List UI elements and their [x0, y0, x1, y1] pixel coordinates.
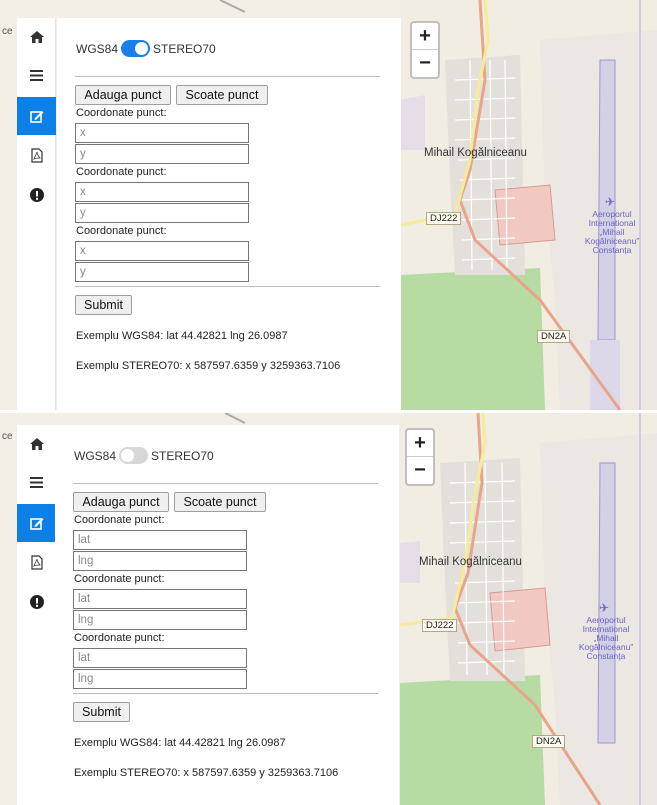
sidebar-item-home[interactable]	[17, 425, 56, 463]
point-1-lng-input[interactable]	[73, 551, 247, 571]
example-wgs84: Exemplu WGS84: lat 44.42821 lng 26.0987	[76, 330, 288, 342]
point-3-y-input[interactable]	[75, 262, 249, 282]
sidebar-item-info[interactable]	[17, 176, 56, 214]
example-stereo70: Exemplu STEREO70: x 587597.6359 y 325936…	[76, 360, 341, 372]
info-icon	[29, 595, 44, 609]
submit-button[interactable]: Submit	[75, 295, 132, 315]
sidebar	[17, 425, 56, 805]
projection-toggle[interactable]	[121, 40, 151, 57]
home-icon	[29, 31, 44, 43]
zoom-control: + −	[405, 428, 435, 486]
projection-label-wgs84: WGS84	[76, 41, 119, 56]
point-label: Coordonate punct:	[76, 166, 167, 178]
zoom-in-button[interactable]: +	[412, 23, 438, 49]
zoom-out-button[interactable]: −	[407, 457, 433, 483]
point-label: Coordonate punct:	[76, 107, 167, 119]
point-3-x-input[interactable]	[75, 241, 249, 261]
sidebar-item-edit[interactable]	[17, 504, 56, 542]
map-edge-text: ce	[2, 26, 13, 37]
divider	[75, 76, 380, 77]
point-label: Coordonate punct:	[74, 632, 165, 644]
sidebar-item-pdf[interactable]	[17, 543, 56, 581]
zoom-control: + −	[410, 21, 440, 79]
divider	[73, 483, 378, 484]
road-shield-dj222: DJ222	[426, 212, 462, 225]
add-point-button[interactable]: Adauga punct	[73, 492, 169, 512]
town-label: Mihail Kogălniceanu	[424, 147, 527, 159]
pdf-icon	[30, 554, 43, 570]
divider	[75, 286, 380, 287]
point-3-lat-input[interactable]	[73, 648, 247, 668]
projection-switch: WGS84 STEREO70	[76, 40, 216, 57]
road-shield-dn2a: DN2A	[537, 330, 571, 343]
toggle-knob	[135, 42, 149, 55]
point-label: Coordonate punct:	[74, 573, 165, 585]
menu-icon	[30, 476, 43, 488]
point-2-x-input[interactable]	[75, 182, 249, 202]
point-2-y-input[interactable]	[75, 203, 249, 223]
point-1-lat-input[interactable]	[73, 530, 247, 550]
example-wgs84: Exemplu WGS84: lat 44.42821 lng 26.0987	[74, 737, 286, 749]
zoom-out-button[interactable]: −	[412, 50, 438, 76]
toggle-knob	[121, 449, 135, 462]
point-3-lng-input[interactable]	[73, 669, 247, 689]
point-1-x-input[interactable]	[75, 123, 249, 143]
sidebar-item-pdf[interactable]	[17, 136, 56, 174]
sidebar	[17, 18, 56, 410]
road-shield-dn2a: DN2A	[532, 735, 566, 748]
projection-toggle[interactable]	[119, 447, 149, 464]
projection-label-stereo70: STEREO70	[151, 448, 214, 463]
airport-label: Aeroportul International „Mihail Kogălni…	[584, 209, 640, 255]
coordinates-panel: WGS84 STEREO70 Adauga punct Scoate punct…	[55, 425, 399, 805]
divider	[73, 693, 378, 694]
airport-label: Aeroportul International „Mihail Kogălni…	[578, 615, 634, 661]
home-icon	[29, 438, 44, 450]
add-point-button[interactable]: Adauga punct	[75, 85, 171, 105]
road-shield-dj222: DJ222	[422, 619, 458, 632]
point-2-lng-input[interactable]	[73, 610, 247, 630]
projection-label-stereo70: STEREO70	[153, 41, 216, 56]
remove-point-button[interactable]: Scoate punct	[174, 492, 266, 512]
point-label: Coordonate punct:	[74, 514, 165, 526]
sidebar-item-home[interactable]	[17, 18, 56, 56]
sidebar-item-info[interactable]	[17, 583, 56, 621]
sidebar-item-menu[interactable]	[17, 463, 56, 501]
airport-icon: ✈	[599, 601, 610, 615]
edit-icon	[29, 518, 43, 530]
screenshot-top: ce Mihail Kogălniceanu DJ222 DN2A ✈ Aero…	[0, 0, 657, 410]
map-edge-text: ce	[2, 431, 13, 442]
edit-icon	[29, 111, 43, 123]
airport-icon: ✈	[605, 195, 616, 209]
pdf-icon	[30, 147, 43, 163]
submit-button[interactable]: Submit	[73, 702, 130, 722]
screenshot-bottom: ce Mihail Kogălniceanu DJ222 DN2A ✈ Aero…	[0, 413, 657, 805]
zoom-in-button[interactable]: +	[407, 430, 433, 456]
projection-label-wgs84: WGS84	[74, 448, 117, 463]
menu-icon	[30, 69, 43, 81]
point-label: Coordonate punct:	[76, 225, 167, 237]
info-icon	[29, 188, 44, 202]
point-1-y-input[interactable]	[75, 144, 249, 164]
projection-switch: WGS84 STEREO70	[74, 447, 214, 464]
point-2-lat-input[interactable]	[73, 589, 247, 609]
sidebar-item-edit[interactable]	[17, 97, 56, 135]
example-stereo70: Exemplu STEREO70: x 587597.6359 y 325936…	[74, 767, 339, 779]
coordinates-panel: WGS84 STEREO70 Adauga punct Scoate punct…	[57, 18, 401, 410]
remove-point-button[interactable]: Scoate punct	[176, 85, 268, 105]
sidebar-item-menu[interactable]	[17, 56, 56, 94]
town-label: Mihail Kogălniceanu	[419, 556, 522, 568]
